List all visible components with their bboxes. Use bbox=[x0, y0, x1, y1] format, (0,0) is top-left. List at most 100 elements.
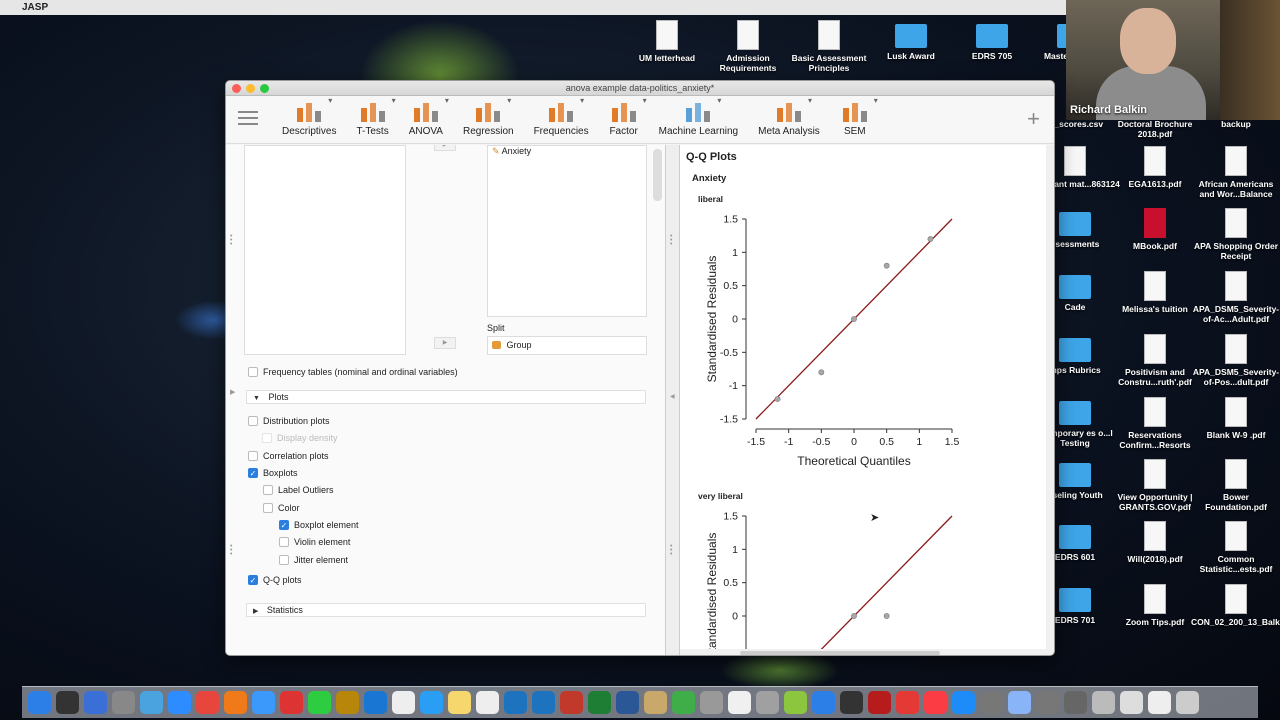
desktop-icon[interactable]: APA_DSM5_Severity-of-Ac...Adult.pdf bbox=[1191, 271, 1280, 324]
add-module-icon[interactable]: + bbox=[1027, 106, 1040, 132]
hamburger-menu-icon[interactable] bbox=[238, 107, 258, 129]
desktop-icon[interactable]: Lusk Award bbox=[866, 20, 956, 61]
dock-app-icon[interactable] bbox=[840, 691, 863, 714]
dock-app-icon[interactable] bbox=[196, 691, 219, 714]
desktop-icon[interactable]: Melissa's tuition bbox=[1110, 271, 1200, 314]
desktop-icon[interactable]: APA_DSM5_Severity-of-Pos...dult.pdf bbox=[1191, 334, 1280, 387]
statistics-section-header[interactable]: ▶ Statistics bbox=[246, 603, 646, 617]
collapse-arrow-icon[interactable]: ▶ bbox=[230, 389, 235, 396]
checkbox-checked[interactable]: ✓ bbox=[248, 468, 258, 478]
dock-app-icon[interactable] bbox=[560, 691, 583, 714]
checkbox[interactable] bbox=[263, 485, 273, 495]
dock-app-icon[interactable] bbox=[700, 691, 723, 714]
split-variable[interactable]: Group bbox=[507, 340, 532, 350]
correlation-plots-option[interactable]: Correlation plots bbox=[248, 451, 329, 461]
dock-app-icon[interactable] bbox=[756, 691, 779, 714]
close-button[interactable] bbox=[232, 84, 241, 93]
dock-app-icon[interactable] bbox=[364, 691, 387, 714]
distribution-plots-option[interactable]: Distribution plots bbox=[248, 416, 330, 426]
checkbox-checked[interactable]: ✓ bbox=[279, 520, 289, 530]
desktop-icon[interactable]: Admission Requirements bbox=[703, 20, 793, 73]
checkbox[interactable] bbox=[279, 555, 289, 565]
checkbox[interactable] bbox=[248, 416, 258, 426]
dock-app-icon[interactable] bbox=[392, 691, 415, 714]
dock-app-icon[interactable] bbox=[56, 691, 79, 714]
dock-app-icon[interactable] bbox=[896, 691, 919, 714]
ribbon-button-machine-learning[interactable]: Machine Learning bbox=[659, 96, 739, 137]
variable-list[interactable] bbox=[244, 145, 406, 355]
pane-splitter[interactable]: • • • ◀ • • • bbox=[666, 145, 680, 655]
frequency-tables-option[interactable]: Frequency tables (nominal and ordinal va… bbox=[248, 367, 458, 377]
dock-app-icon[interactable] bbox=[336, 691, 359, 714]
drag-handle-icon[interactable]: • • • bbox=[230, 543, 234, 558]
checkbox[interactable] bbox=[263, 503, 273, 513]
dock-app-icon[interactable] bbox=[448, 691, 471, 714]
zoom-button[interactable] bbox=[260, 84, 269, 93]
ribbon-button-frequencies[interactable]: Frequencies bbox=[534, 96, 589, 137]
dock-app-icon[interactable] bbox=[308, 691, 331, 714]
dock-app-icon[interactable] bbox=[1092, 691, 1115, 714]
assigned-variable[interactable]: Anxiety bbox=[502, 146, 532, 156]
desktop-icon[interactable]: Blank W-9 .pdf bbox=[1191, 397, 1280, 440]
color-option[interactable]: Color bbox=[263, 503, 300, 513]
ribbon-button-meta-analysis[interactable]: Meta Analysis bbox=[758, 96, 820, 137]
dock-app-icon[interactable] bbox=[476, 691, 499, 714]
dock-app-icon[interactable] bbox=[812, 691, 835, 714]
drag-handle-icon[interactable]: • • • bbox=[670, 543, 674, 558]
desktop-icon-label[interactable]: Doctoral Brochure 2018.pdf bbox=[1110, 119, 1200, 139]
desktop-icon[interactable]: African Americans and Wor...Balance bbox=[1191, 146, 1280, 199]
jitter-element-option[interactable]: Jitter element bbox=[279, 555, 348, 565]
desktop-icon[interactable]: APA Shopping Order Receipt bbox=[1191, 208, 1280, 261]
desktop-icon[interactable]: MBook.pdf bbox=[1110, 208, 1200, 251]
desktop-icon[interactable]: EDRS 705 bbox=[947, 20, 1037, 61]
results-scrollbar[interactable] bbox=[1046, 145, 1054, 655]
checkbox[interactable] bbox=[248, 367, 258, 377]
violin-element-option[interactable]: Violin element bbox=[279, 537, 350, 547]
assign-split-arrow-button[interactable]: ▶ bbox=[434, 337, 456, 349]
dock-app-icon[interactable] bbox=[84, 691, 107, 714]
dock-app-icon[interactable] bbox=[924, 691, 947, 714]
ribbon-button-anova[interactable]: ANOVA bbox=[409, 96, 449, 137]
desktop-icon[interactable]: Bower Foundation.pdf bbox=[1191, 459, 1280, 512]
dock-app-icon[interactable] bbox=[168, 691, 191, 714]
drag-handle-icon[interactable]: • • • bbox=[230, 233, 234, 248]
window-titlebar[interactable]: anova example data-politics_anxiety* bbox=[226, 81, 1054, 96]
dock-app-icon[interactable] bbox=[420, 691, 443, 714]
desktop-icon[interactable]: Common Statistic...ests.pdf bbox=[1191, 521, 1280, 574]
desktop-icon[interactable]: Basic Assessment Principles bbox=[784, 20, 874, 73]
checkbox[interactable] bbox=[248, 451, 258, 461]
assign-arrow-button[interactable]: ▶ bbox=[434, 145, 456, 151]
desktop-icon-label[interactable]: backup bbox=[1191, 119, 1280, 129]
desktop-icon[interactable]: View Opportunity | GRANTS.GOV.pdf bbox=[1110, 459, 1200, 512]
desktop-icon[interactable]: Zoom Tips.pdf bbox=[1110, 584, 1200, 627]
ribbon-button-t-tests[interactable]: T-Tests bbox=[356, 96, 395, 137]
boxplots-option[interactable]: ✓ Boxplots bbox=[248, 468, 298, 478]
dock-app-icon[interactable] bbox=[588, 691, 611, 714]
dock-app-icon[interactable] bbox=[1008, 691, 1031, 714]
boxplot-element-option[interactable]: ✓ Boxplot element bbox=[279, 520, 359, 530]
ribbon-button-regression[interactable]: Regression bbox=[463, 96, 514, 137]
dock-app-icon[interactable] bbox=[616, 691, 639, 714]
label-outliers-option[interactable]: Label Outliers bbox=[263, 485, 334, 495]
split-box[interactable]: Group bbox=[487, 336, 647, 355]
qq-plots-option[interactable]: ✓ Q-Q plots bbox=[248, 575, 302, 585]
collapse-left-arrow-icon[interactable]: ◀ bbox=[670, 394, 675, 400]
dock-app-icon[interactable] bbox=[644, 691, 667, 714]
dock-app-icon[interactable] bbox=[140, 691, 163, 714]
desktop-icon[interactable]: Will(2018).pdf bbox=[1110, 521, 1200, 564]
desktop-icon[interactable]: EGA1613.pdf bbox=[1110, 146, 1200, 189]
dock-app-icon[interactable] bbox=[532, 691, 555, 714]
minimize-button[interactable] bbox=[246, 84, 255, 93]
dock-app-icon[interactable] bbox=[280, 691, 303, 714]
variables-box[interactable]: ✎ Anxiety bbox=[487, 145, 647, 317]
dock-app-icon[interactable] bbox=[224, 691, 247, 714]
dock-app-icon[interactable] bbox=[112, 691, 135, 714]
plots-section-header[interactable]: ▼ Plots bbox=[246, 390, 646, 404]
dock-app-icon[interactable] bbox=[1176, 691, 1199, 714]
dock-app-icon[interactable] bbox=[728, 691, 751, 714]
results-hscrollbar[interactable] bbox=[680, 649, 1046, 655]
dock-app-icon[interactable] bbox=[1036, 691, 1059, 714]
dock-app-icon[interactable] bbox=[980, 691, 1003, 714]
desktop-icon[interactable]: UM letterhead bbox=[622, 20, 712, 63]
dock-app-icon[interactable] bbox=[868, 691, 891, 714]
